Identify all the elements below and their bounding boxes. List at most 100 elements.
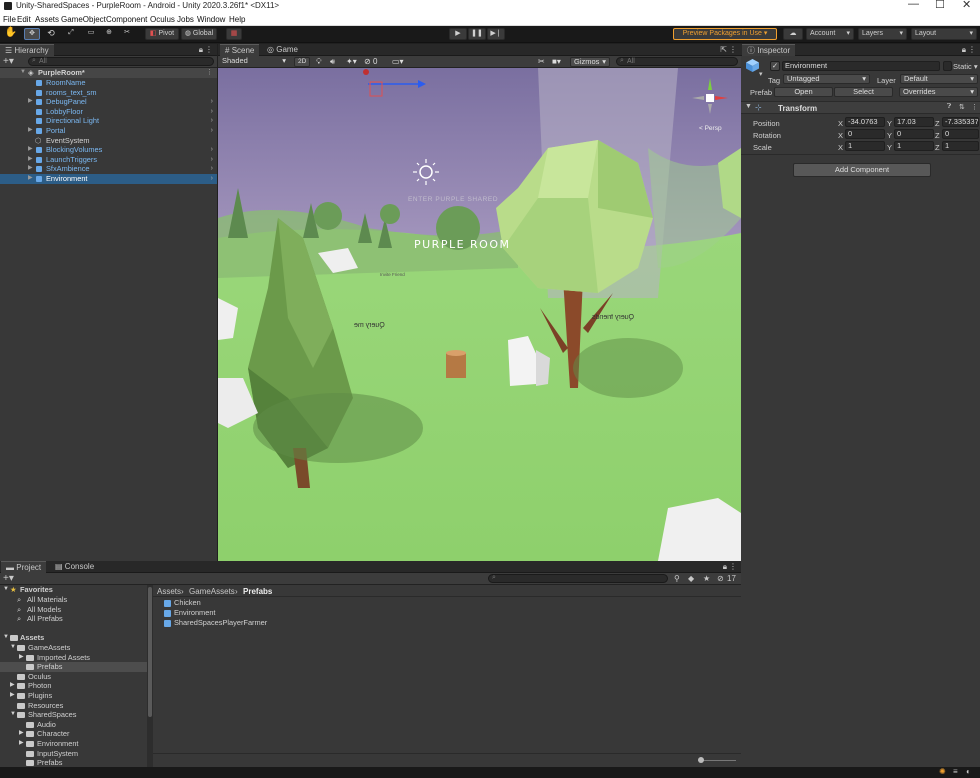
folder-tree-item[interactable]: ▶ Photon: [0, 681, 147, 691]
close-button[interactable]: ✕: [962, 0, 971, 11]
prefab-select-button[interactable]: Select: [834, 87, 893, 97]
menu-oculus[interactable]: Oculus: [150, 15, 175, 24]
asset-file-item[interactable]: Chicken: [153, 598, 453, 608]
snap-grid-icon[interactable]: ▦: [226, 28, 242, 40]
camera-settings-icon[interactable]: ▭▾: [392, 57, 404, 66]
scale-y-field[interactable]: 1: [894, 141, 934, 151]
layer-dropdown[interactable]: Default ▾: [900, 74, 978, 84]
cache-server-icon[interactable]: ≡: [953, 767, 958, 776]
folder-tree-item[interactable]: ▶ Environment: [0, 739, 147, 749]
expand-arrow-icon[interactable]: ▶: [28, 126, 33, 136]
scrollbar-thumb[interactable]: [148, 587, 152, 717]
chevron-right-icon[interactable]: ›: [211, 174, 213, 184]
preset-icon[interactable]: ⇅: [959, 103, 965, 111]
more-menu-icon[interactable]: ⋮: [729, 45, 737, 54]
expand-arrow-icon[interactable]: ▶: [28, 155, 33, 165]
static-checkbox[interactable]: [943, 61, 952, 71]
move-tool-icon[interactable]: ✥: [24, 28, 40, 40]
rotation-z-field[interactable]: 0: [942, 129, 979, 139]
hierarchy-item[interactable]: ▶ SfxAmbience ›: [0, 164, 217, 174]
tab-game[interactable]: ◎ Game: [262, 44, 303, 56]
chevron-right-icon[interactable]: ›: [211, 116, 213, 126]
expand-arrow-icon[interactable]: ▶: [10, 681, 15, 691]
preview-packages-button[interactable]: Preview Packages in Use ▾: [673, 28, 777, 40]
expand-arrow-icon[interactable]: ▼: [3, 585, 9, 595]
active-checkbox[interactable]: ✓: [770, 61, 780, 71]
scene-search-input[interactable]: ⌕ All: [616, 57, 738, 66]
effects-dropdown-icon[interactable]: ✦▾: [346, 57, 357, 66]
menu-window[interactable]: Window: [197, 15, 225, 24]
notification-icon[interactable]: ✺: [939, 767, 946, 776]
layers-dropdown[interactable]: Layers ▾: [858, 28, 907, 40]
tab-inspector[interactable]: ⓘ Inspector: [742, 44, 796, 56]
menu-jobs[interactable]: Jobs: [177, 15, 194, 24]
hierarchy-item[interactable]: ▶ BlockingVolumes ›: [0, 145, 217, 155]
prefab-open-button[interactable]: Open: [774, 87, 833, 97]
menu-component[interactable]: Component: [106, 15, 147, 24]
scene-root-row[interactable]: ▼ ◈ PurpleRoom* ⋮: [0, 68, 217, 78]
search-by-label-icon[interactable]: ◆: [688, 574, 694, 583]
folder-tree-item[interactable]: InputSystem: [0, 749, 147, 759]
more-menu-icon[interactable]: ⋮: [729, 562, 737, 571]
progress-icon[interactable]: ◐: [966, 767, 971, 776]
favorites-header[interactable]: ▼ ★ Favorites: [0, 585, 148, 595]
breadcrumb-gameassets[interactable]: GameAssets: [189, 587, 235, 596]
position-y-field[interactable]: 17.03: [894, 117, 934, 127]
prefab-overrides-dropdown[interactable]: Overrides ▾: [899, 87, 978, 97]
account-dropdown[interactable]: Account ▾: [806, 28, 854, 40]
menu-file[interactable]: File: [3, 15, 16, 24]
hidden-objects-icon[interactable]: ⊘: [364, 57, 371, 66]
asset-file-item[interactable]: SharedSpacesPlayerFarmer: [153, 618, 453, 628]
icon-size-slider-handle[interactable]: [698, 757, 704, 763]
position-z-field[interactable]: -7.335337: [942, 117, 979, 127]
maximize-panel-icon[interactable]: ⇱: [720, 45, 727, 54]
hierarchy-item[interactable]: LobbyFloor ›: [0, 107, 217, 117]
hierarchy-item[interactable]: ▶ Environment ›: [0, 174, 217, 184]
lock-icon[interactable]: 🔒︎: [962, 45, 966, 55]
hand-tool-icon[interactable]: ✋: [4, 28, 18, 40]
play-button[interactable]: ▶: [449, 28, 467, 40]
minimize-button[interactable]: —: [908, 0, 919, 10]
hierarchy-item[interactable]: Directional Light ›: [0, 116, 217, 126]
pause-button[interactable]: ❚❚: [468, 28, 486, 40]
expand-arrow-icon[interactable]: ▶: [10, 691, 15, 701]
static-label[interactable]: Static ▾: [953, 62, 978, 71]
hierarchy-item[interactable]: RoomName: [0, 78, 217, 88]
transform-tool-icon[interactable]: ⊕: [102, 28, 116, 40]
tab-scene[interactable]: # Scene: [220, 44, 260, 56]
chevron-right-icon[interactable]: ›: [211, 126, 213, 136]
expand-arrow-icon[interactable]: ▼: [3, 633, 9, 643]
expand-arrow-icon[interactable]: ▶: [19, 739, 24, 749]
asset-file-item[interactable]: Environment: [153, 608, 453, 618]
assets-header[interactable]: ▼ Assets: [0, 633, 148, 643]
hierarchy-item[interactable]: ▶ Portal ›: [0, 126, 217, 136]
folder-tree-item[interactable]: Oculus: [0, 672, 147, 682]
help-icon[interactable]: ❓︎: [947, 103, 951, 111]
cloud-icon[interactable]: ☁: [783, 28, 803, 40]
scale-tool-icon[interactable]: ⤢: [64, 28, 78, 40]
hidden-packages-icon[interactable]: ⊘: [717, 574, 724, 583]
shading-mode-dropdown[interactable]: Shaded ▾: [219, 57, 289, 67]
tools-icon[interactable]: ✂: [538, 57, 545, 66]
expand-arrow-icon[interactable]: ▼: [20, 68, 26, 78]
favorite-item[interactable]: ⌕ All Models: [0, 605, 148, 615]
breadcrumb-assets[interactable]: Assets: [157, 587, 181, 596]
rotate-tool-icon[interactable]: ⟲: [44, 28, 58, 40]
menu-assets[interactable]: Assets: [35, 15, 59, 24]
layout-dropdown[interactable]: Layout ▾: [911, 28, 977, 40]
folder-tree-item[interactable]: ▶ Imported Assets: [0, 653, 147, 663]
folder-tree-item[interactable]: ▼ GameAssets: [0, 643, 147, 653]
folder-tree-item[interactable]: ▶ Plugins: [0, 691, 147, 701]
more-menu-icon[interactable]: ⋮: [205, 45, 213, 54]
object-name-field[interactable]: Environment: [782, 61, 940, 71]
step-button[interactable]: ▶❘: [487, 28, 505, 40]
create-plus-button[interactable]: +▾: [3, 573, 14, 584]
chevron-right-icon[interactable]: ›: [211, 97, 213, 107]
favorite-star-icon[interactable]: ★: [703, 574, 710, 583]
scale-x-field[interactable]: 1: [845, 141, 885, 151]
lock-icon[interactable]: 🔒︎: [199, 45, 203, 55]
scene-viewport[interactable]: PURPLE ROOM ENTER PURPLE SHARED Invite F…: [218, 68, 741, 561]
position-x-field[interactable]: -34.0763: [845, 117, 885, 127]
expand-arrow-icon[interactable]: ▶: [28, 145, 33, 155]
rect-tool-icon[interactable]: ▭: [84, 28, 98, 40]
